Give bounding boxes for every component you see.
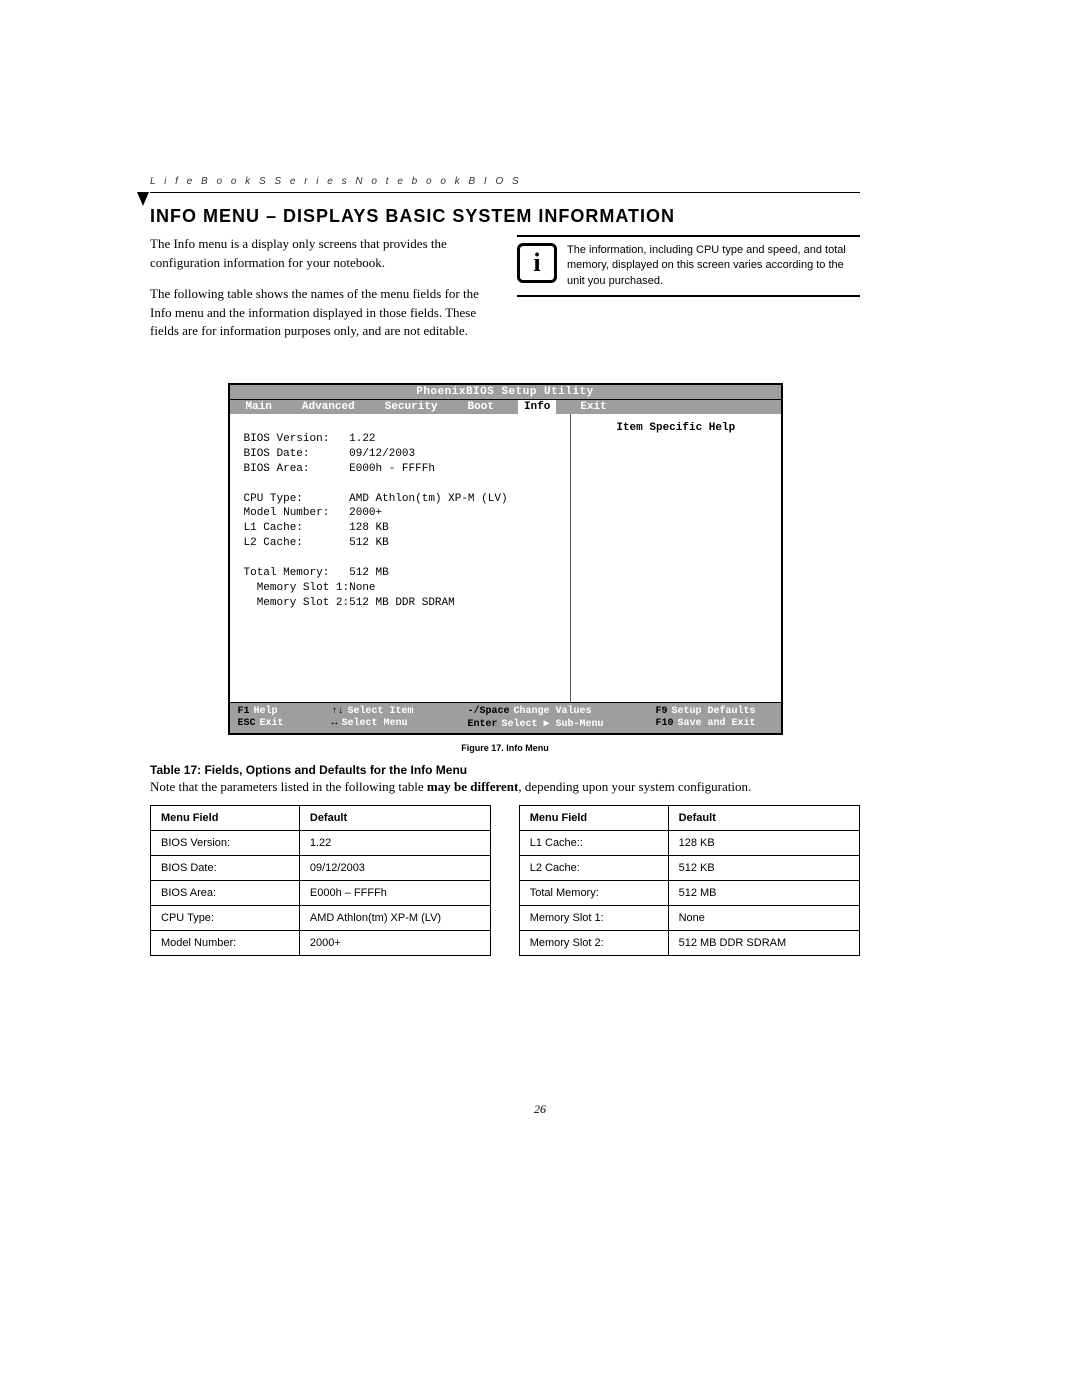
cell-default: 09/12/2003 <box>299 856 490 881</box>
table-gap <box>491 831 519 856</box>
th-default-2: Default <box>668 806 859 831</box>
intro-columns: The Info menu is a display only screens … <box>150 235 860 353</box>
intro-left-column: The Info menu is a display only screens … <box>150 235 493 353</box>
page: L i f e B o o k S S e r i e s N o t e b … <box>0 0 1080 1397</box>
key-f1: F1 <box>238 706 250 717</box>
cell-default: Memory Slot 1: <box>519 906 668 931</box>
key-enter: Enter <box>468 719 498 730</box>
table-note: Note that the parameters listed in the f… <box>150 779 860 795</box>
label-select-item: Select Item <box>348 706 414 717</box>
key-leftright-icon: ↔ <box>332 718 338 729</box>
cell-menu-field: BIOS Date: <box>151 856 300 881</box>
table-row: BIOS Area:E000h – FFFFh Total Memory:512 … <box>151 881 860 906</box>
cell-default: Total Memory: <box>519 881 668 906</box>
intro-paragraph-2: The following table shows the names of t… <box>150 285 493 342</box>
cell-default: L1 Cache:: <box>519 831 668 856</box>
table-row: CPU Type:AMD Athlon(tm) XP-M (LV) Memory… <box>151 906 860 931</box>
page-number: 26 <box>0 1102 1080 1117</box>
bios-body: BIOS Version: 1.22 BIOS Date: 09/12/2003… <box>230 414 781 702</box>
cell-menu-field: 512 KB <box>668 856 859 881</box>
cell-default: AMD Athlon(tm) XP-M (LV) <box>299 906 490 931</box>
bios-footer: F1 Help ↑↓ Select Item -/Space Change Va… <box>230 702 781 733</box>
bios-footer-row-2: ESC Exit ↔ Select Menu Enter Select ▶ Su… <box>238 718 773 730</box>
cell-menu-field: BIOS Area: <box>151 881 300 906</box>
label-select-submenu: Select ▶ Sub-Menu <box>502 718 604 730</box>
bios-tab-security[interactable]: Security <box>379 400 444 414</box>
table-row: BIOS Date:09/12/2003 L2 Cache:512 KB <box>151 856 860 881</box>
bios-tab-boot[interactable]: Boot <box>462 400 500 414</box>
key-f10: F10 <box>656 718 674 729</box>
th-menu-field-2: Menu Field <box>519 806 668 831</box>
table-gap <box>491 856 519 881</box>
key-updown-icon: ↑↓ <box>332 706 344 717</box>
cell-default: E000h – FFFFh <box>299 881 490 906</box>
header-rule <box>150 192 860 193</box>
label-save-and-exit: Save and Exit <box>678 718 756 729</box>
label-exit: Exit <box>260 718 284 729</box>
bios-window-title: PhoenixBIOS Setup Utility <box>230 385 781 400</box>
table-note-prefix: Note that the parameters listed in the f… <box>150 779 427 794</box>
cell-menu-field: BIOS Version: <box>151 831 300 856</box>
figure-caption: Figure 17. Info Menu <box>150 743 860 753</box>
header-arrow-icon <box>137 192 149 206</box>
key-minus-space: -/Space <box>468 706 510 717</box>
table-gap <box>491 881 519 906</box>
key-esc: ESC <box>238 718 256 729</box>
bios-tab-advanced[interactable]: Advanced <box>296 400 361 414</box>
table-row: BIOS Version:1.22 L1 Cache::128 KB <box>151 831 860 856</box>
cell-default: 1.22 <box>299 831 490 856</box>
cell-default: L2 Cache: <box>519 856 668 881</box>
cell-default: Memory Slot 2: <box>519 931 668 956</box>
cell-menu-field: CPU Type: <box>151 906 300 931</box>
table-gap <box>491 931 519 956</box>
bios-tab-bar: Main Advanced Security Boot Info Exit <box>230 400 781 414</box>
th-menu-field-1: Menu Field <box>151 806 300 831</box>
cell-menu-field: 512 MB DDR SDRAM <box>668 931 859 956</box>
table-note-suffix: , depending upon your system configurati… <box>518 779 751 794</box>
fields-table: Menu Field Default Menu Field Default BI… <box>150 805 860 956</box>
label-setup-defaults: Setup Defaults <box>672 706 756 717</box>
label-change-values: Change Values <box>514 706 592 717</box>
table-header-row: Menu Field Default Menu Field Default <box>151 806 860 831</box>
bios-tab-exit[interactable]: Exit <box>574 400 612 414</box>
info-panel-text: The information, including CPU type and … <box>567 243 860 289</box>
bios-help-panel: Item Specific Help <box>570 414 780 702</box>
table-note-bold: may be different <box>427 779 518 794</box>
bios-main-panel: BIOS Version: 1.22 BIOS Date: 09/12/2003… <box>230 414 571 702</box>
table-gap <box>491 806 519 831</box>
intro-right-column: i The information, including CPU type an… <box>517 235 860 353</box>
th-default-1: Default <box>299 806 490 831</box>
page-header-breadcrumb: L i f e B o o k S S e r i e s N o t e b … <box>150 176 860 187</box>
label-select-menu: Select Menu <box>342 718 408 729</box>
info-panel: i The information, including CPU type an… <box>517 235 860 297</box>
cell-menu-field: None <box>668 906 859 931</box>
cell-default: 2000+ <box>299 931 490 956</box>
cell-menu-field: 512 MB <box>668 881 859 906</box>
bios-tab-main[interactable]: Main <box>240 400 278 414</box>
table-gap <box>491 906 519 931</box>
info-icon: i <box>517 243 557 283</box>
table-row: Model Number:2000+ Memory Slot 2:512 MB … <box>151 931 860 956</box>
bios-footer-row-1: F1 Help ↑↓ Select Item -/Space Change Va… <box>238 706 773 717</box>
intro-paragraph-1: The Info menu is a display only screens … <box>150 235 493 273</box>
bios-tab-info[interactable]: Info <box>518 400 556 414</box>
section-title: INFO MENU – DISPLAYS BASIC SYSTEM INFORM… <box>150 206 860 227</box>
cell-menu-field: 128 KB <box>668 831 859 856</box>
bios-help-title: Item Specific Help <box>581 422 770 434</box>
table-title: Table 17: Fields, Options and Defaults f… <box>150 763 860 777</box>
cell-menu-field: Model Number: <box>151 931 300 956</box>
bios-window: PhoenixBIOS Setup Utility Main Advanced Se… <box>228 383 783 735</box>
key-f9: F9 <box>656 706 668 717</box>
label-help: Help <box>254 706 278 717</box>
